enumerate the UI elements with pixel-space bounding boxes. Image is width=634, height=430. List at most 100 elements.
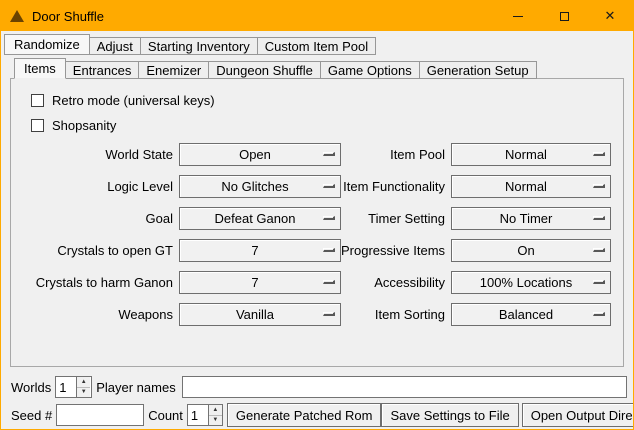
- progressive-items-label: Progressive Items: [341, 243, 445, 258]
- save-settings-button[interactable]: Save Settings to File: [381, 403, 518, 427]
- tab-starting-inventory[interactable]: Starting Inventory: [140, 37, 258, 55]
- world-state-dropdown[interactable]: Open: [179, 143, 341, 166]
- tab-items[interactable]: Items: [14, 58, 66, 79]
- worlds-spinbox[interactable]: ▲ ▼: [55, 376, 92, 398]
- bottom-bar: Worlds ▲ ▼ Player names Seed # Count ▲ ▼: [7, 375, 627, 427]
- retro-mode-label: Retro mode (universal keys): [52, 93, 215, 108]
- dropdown-indicator-icon: [323, 184, 335, 188]
- tab-generation-setup[interactable]: Generation Setup: [419, 61, 537, 79]
- dropdown-indicator-icon: [323, 312, 335, 316]
- shopsanity-label: Shopsanity: [52, 118, 116, 133]
- close-button[interactable]: ✕: [587, 1, 633, 31]
- worlds-spin-buttons: ▲ ▼: [76, 377, 90, 397]
- field-row: World State Open: [23, 143, 341, 166]
- dropdown-indicator-icon: [323, 216, 335, 220]
- generate-patched-rom-button[interactable]: Generate Patched Rom: [227, 403, 382, 427]
- dropdown-indicator-icon: [593, 216, 605, 220]
- item-functionality-dropdown[interactable]: Normal: [451, 175, 611, 198]
- tab-dungeon-shuffle[interactable]: Dungeon Shuffle: [208, 61, 321, 79]
- item-pool-dropdown[interactable]: Normal: [451, 143, 611, 166]
- field-row: Weapons Vanilla: [23, 303, 341, 326]
- worlds-input[interactable]: [56, 377, 76, 397]
- tab-entrances[interactable]: Entrances: [65, 61, 140, 79]
- window-title: Door Shuffle: [32, 9, 104, 24]
- window-controls: ✕: [495, 1, 633, 31]
- field-row: Item Functionality Normal: [341, 175, 611, 198]
- titlebar[interactable]: Door Shuffle ✕: [1, 1, 633, 31]
- field-row: Crystals to open GT 7: [23, 239, 341, 262]
- crystals-ganon-dropdown[interactable]: 7: [179, 271, 341, 294]
- window: Door Shuffle ✕ Randomize Adjust Starting…: [0, 0, 634, 430]
- dropdown-indicator-icon: [593, 248, 605, 252]
- worlds-label: Worlds: [11, 380, 51, 395]
- inner-tabbar: Items Entrances Enemizer Dungeon Shuffle…: [14, 58, 633, 79]
- timer-setting-dropdown[interactable]: No Timer: [451, 207, 611, 230]
- retro-mode-checkbox[interactable]: [31, 94, 44, 107]
- count-input[interactable]: [188, 405, 208, 425]
- shopsanity-checkbox[interactable]: [31, 119, 44, 132]
- dropdown-indicator-icon: [593, 312, 605, 316]
- dropdown-indicator-icon: [593, 184, 605, 188]
- seed-row: Seed # Count ▲ ▼ Generate Patched Rom Sa…: [7, 403, 627, 427]
- field-row: Item Pool Normal: [341, 143, 611, 166]
- dropdown-indicator-icon: [593, 152, 605, 156]
- tab-randomize[interactable]: Randomize: [4, 34, 90, 55]
- player-names-label: Player names: [96, 380, 175, 395]
- weapons-label: Weapons: [23, 307, 173, 322]
- right-field-column: Item Pool Normal Item Functionality Norm…: [341, 143, 611, 335]
- count-spinbox[interactable]: ▲ ▼: [187, 404, 223, 426]
- dropdown-indicator-icon: [593, 280, 605, 284]
- goal-dropdown[interactable]: Defeat Ganon: [179, 207, 341, 230]
- items-pane: Retro mode (universal keys) Shopsanity W…: [10, 78, 624, 367]
- field-row: Logic Level No Glitches: [23, 175, 341, 198]
- option-fields: World State Open Logic Level No Glitches…: [23, 143, 613, 335]
- goal-label: Goal: [23, 211, 173, 226]
- item-functionality-label: Item Functionality: [341, 179, 445, 194]
- timer-setting-label: Timer Setting: [341, 211, 445, 226]
- weapons-dropdown[interactable]: Vanilla: [179, 303, 341, 326]
- crystals-gt-dropdown[interactable]: 7: [179, 239, 341, 262]
- shopsanity-row: Shopsanity: [31, 118, 613, 133]
- field-row: Progressive Items On: [341, 239, 611, 262]
- app-icon: [10, 10, 24, 22]
- seed-label: Seed #: [11, 408, 52, 423]
- field-row: Crystals to harm Ganon 7: [23, 271, 341, 294]
- minimize-button[interactable]: [495, 1, 541, 31]
- spin-up-icon[interactable]: ▲: [209, 405, 222, 415]
- field-row: Item Sorting Balanced: [341, 303, 611, 326]
- dropdown-indicator-icon: [323, 152, 335, 156]
- open-output-directory-button[interactable]: Open Output Directory: [522, 403, 634, 427]
- item-pool-label: Item Pool: [341, 147, 445, 162]
- count-label: Count: [148, 408, 183, 423]
- tab-game-options[interactable]: Game Options: [320, 61, 420, 79]
- left-field-column: World State Open Logic Level No Glitches…: [23, 143, 341, 335]
- maximize-icon: [560, 12, 569, 21]
- logic-level-dropdown[interactable]: No Glitches: [179, 175, 341, 198]
- field-row: Timer Setting No Timer: [341, 207, 611, 230]
- tab-adjust[interactable]: Adjust: [89, 37, 141, 55]
- crystals-ganon-label: Crystals to harm Ganon: [23, 275, 173, 290]
- dropdown-indicator-icon: [323, 248, 335, 252]
- minimize-icon: [513, 16, 523, 17]
- spin-down-icon[interactable]: ▼: [77, 387, 90, 398]
- outer-tabbar: Randomize Adjust Starting Inventory Cust…: [4, 34, 633, 55]
- accessibility-label: Accessibility: [341, 275, 445, 290]
- item-sorting-dropdown[interactable]: Balanced: [451, 303, 611, 326]
- player-names-input[interactable]: [182, 376, 627, 398]
- logic-level-label: Logic Level: [23, 179, 173, 194]
- maximize-button[interactable]: [541, 1, 587, 31]
- seed-input[interactable]: [56, 404, 144, 426]
- item-sorting-label: Item Sorting: [341, 307, 445, 322]
- field-row: Accessibility 100% Locations: [341, 271, 611, 294]
- tab-enemizer[interactable]: Enemizer: [138, 61, 209, 79]
- retro-mode-row: Retro mode (universal keys): [31, 93, 613, 108]
- tab-custom-item-pool[interactable]: Custom Item Pool: [257, 37, 376, 55]
- count-spin-buttons: ▲ ▼: [208, 405, 222, 425]
- crystals-gt-label: Crystals to open GT: [23, 243, 173, 258]
- spin-down-icon[interactable]: ▼: [209, 415, 222, 426]
- worlds-row: Worlds ▲ ▼ Player names: [7, 375, 627, 399]
- world-state-label: World State: [23, 147, 173, 162]
- accessibility-dropdown[interactable]: 100% Locations: [451, 271, 611, 294]
- spin-up-icon[interactable]: ▲: [77, 377, 90, 387]
- progressive-items-dropdown[interactable]: On: [451, 239, 611, 262]
